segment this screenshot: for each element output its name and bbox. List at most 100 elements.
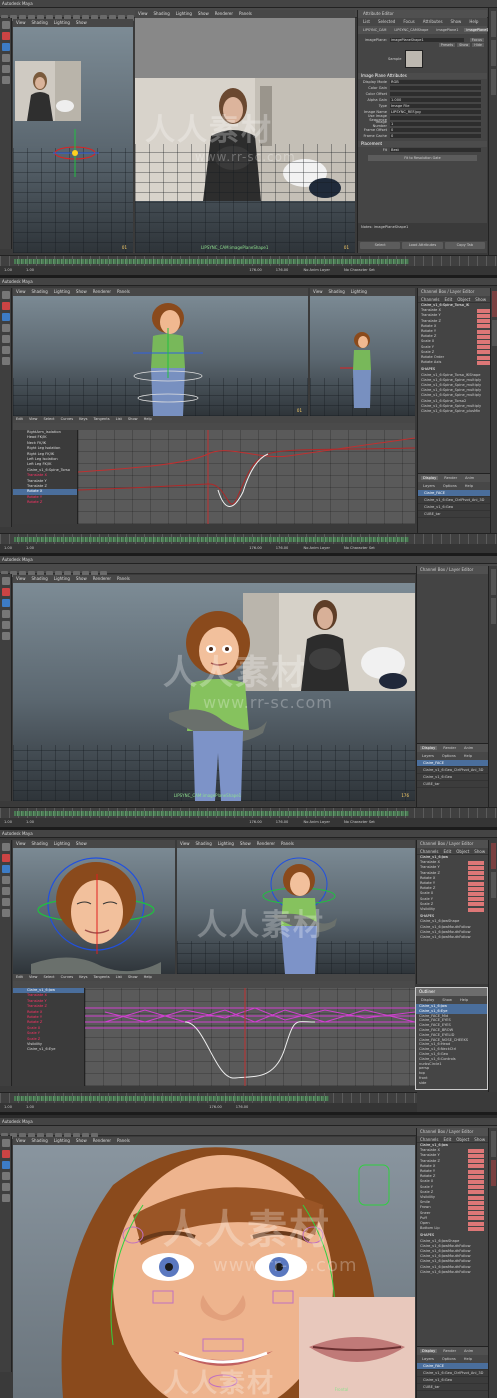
- graph-editor-curves[interactable]: [85, 988, 415, 1086]
- rig-manipulator[interactable]: [43, 119, 113, 189]
- rotate-tool-icon[interactable]: [1, 865, 10, 873]
- range-slider[interactable]: 1.00 1.00 176.00 176.00: [0, 1103, 417, 1112]
- layer-item[interactable]: Claire_FACE: [417, 1363, 488, 1370]
- scale-tool-icon[interactable]: [1, 54, 10, 62]
- channel-value[interactable]: [468, 902, 484, 907]
- hide-button[interactable]: Hide: [472, 43, 484, 47]
- select-tool-icon[interactable]: [1, 1139, 10, 1147]
- show-button[interactable]: Show: [457, 43, 471, 47]
- channel-value[interactable]: [468, 1154, 484, 1158]
- viewport-face-closeup[interactable]: View Shading Lighting Show Renderer Panels: [13, 1137, 415, 1398]
- rotate-tool-icon[interactable]: [1, 43, 10, 51]
- fit-field[interactable]: Fit Best: [358, 147, 487, 153]
- channel-value[interactable]: [468, 886, 484, 891]
- layout-icon[interactable]: [1, 346, 10, 354]
- fit-to-resolution-gate-button[interactable]: Fit to Resolution Gate: [368, 155, 477, 161]
- select-tool-icon[interactable]: [1, 843, 10, 851]
- layer-item[interactable]: Claire_v1_6:Geo: [418, 504, 497, 511]
- viewport-persp[interactable]: View Shading Lighting Show Renderer Panels 01: [13, 288, 308, 416]
- viewport-camera[interactable]: View Shading Lighting Show Renderer Panels: [13, 575, 415, 801]
- layer-item[interactable]: Claire_FACE: [418, 490, 497, 497]
- attr-field-value[interactable]: [390, 85, 481, 91]
- select-button[interactable]: Select: [360, 242, 401, 249]
- range-slider[interactable]: 1.00 1.00 176.00 176.00 No Anim Layer No Ch…: [0, 266, 497, 275]
- layout-icon[interactable]: [1, 65, 10, 73]
- attr-field-value[interactable]: 0: [390, 133, 481, 139]
- load-attributes-button[interactable]: Load Attributes: [402, 242, 443, 249]
- scale-tool-icon[interactable]: [1, 324, 10, 332]
- scale-tool-icon[interactable]: [1, 876, 10, 884]
- attr-field-value[interactable]: Image File: [390, 103, 481, 109]
- attr-field-value[interactable]: 1: [390, 121, 481, 127]
- select-tool-icon[interactable]: [1, 577, 10, 585]
- channel-value[interactable]: [468, 860, 484, 865]
- channel-value[interactable]: [468, 1148, 484, 1153]
- attr-field[interactable]: Frame Cache 0: [358, 133, 487, 139]
- attr-field-value[interactable]: [390, 91, 481, 97]
- channel-value[interactable]: [468, 876, 484, 881]
- layer-item[interactable]: Claire_FACE: [417, 760, 488, 767]
- layout-icon[interactable]: [1, 76, 10, 84]
- channel-value[interactable]: [468, 871, 484, 876]
- channel-value[interactable]: [468, 1206, 484, 1211]
- time-slider[interactable]: [0, 1092, 417, 1103]
- layer-item[interactable]: CUBE_tar: [417, 781, 488, 788]
- viewport-side[interactable]: View Shading Lighting: [310, 288, 415, 416]
- channel-value[interactable]: [468, 1200, 484, 1205]
- move-tool-icon[interactable]: [1, 32, 10, 40]
- layer-item[interactable]: Claire_v1_6:Geo: [417, 1377, 488, 1384]
- channel-value[interactable]: [468, 897, 484, 902]
- channel-row[interactable]: Bottom Lip: [417, 1226, 488, 1231]
- channel-value[interactable]: [468, 1190, 484, 1195]
- scale-tool-icon[interactable]: [1, 1172, 10, 1180]
- viewport-face-cam[interactable]: View Shading Lighting Show: [13, 840, 175, 974]
- attr-field-value[interactable]: [390, 115, 481, 121]
- channel-row[interactable]: Visibility: [417, 907, 488, 912]
- notes-field[interactable]: Notes: imagePlaneShape1: [358, 223, 487, 241]
- move-tool-icon[interactable]: [1, 1150, 10, 1158]
- layer-item[interactable]: Claire_v1_6:Geo_CtrlPivot_Ani_3D: [417, 1370, 488, 1377]
- move-tool-icon[interactable]: [1, 588, 10, 596]
- channel-value[interactable]: [468, 1226, 484, 1231]
- shape-item[interactable]: Claire_v1_6:JawMouthFollow: [417, 935, 488, 940]
- character-model[interactable]: [340, 328, 385, 408]
- graph-outliner-item[interactable]: Claire_v1_6:Eye: [13, 1047, 84, 1052]
- channel-value[interactable]: [468, 1195, 484, 1200]
- time-slider[interactable]: [0, 255, 497, 266]
- viewport-camera[interactable]: View Shading Lighting Show Renderer Panels LI…: [135, 10, 355, 253]
- tab-image-plane[interactable]: imagePlane1: [434, 28, 460, 32]
- channel-value[interactable]: [468, 892, 484, 897]
- channel-row[interactable]: Rotate Axis: [418, 360, 497, 365]
- layout-icon[interactable]: [1, 1183, 10, 1191]
- character-face-rig[interactable]: [31, 854, 161, 974]
- channel-value[interactable]: [468, 1185, 484, 1190]
- channel-value[interactable]: [468, 881, 484, 886]
- attr-field-value[interactable]: LIPSYNC_REF.jpg: [390, 109, 481, 115]
- time-slider[interactable]: [0, 533, 497, 544]
- layer-item[interactable]: CUBE_tar: [418, 511, 497, 518]
- channel-value[interactable]: [468, 1221, 484, 1226]
- channel-value[interactable]: [468, 1169, 484, 1174]
- layout-icon[interactable]: [1, 632, 10, 640]
- select-tool-icon[interactable]: [1, 21, 10, 29]
- outliner-item[interactable]: side: [416, 1081, 487, 1086]
- channel-value[interactable]: [468, 866, 484, 870]
- layer-item[interactable]: Claire_v1_6:Geo: [417, 774, 488, 781]
- attr-field[interactable]: Image Number 1: [358, 120, 487, 128]
- layer-item[interactable]: Claire_v1_6:Geo_CtrlPivot_Ani_3D: [417, 767, 488, 774]
- graph-editor-curves[interactable]: [78, 430, 415, 524]
- character-model[interactable]: [123, 298, 213, 416]
- channel-value[interactable]: [468, 1159, 484, 1164]
- shape-item[interactable]: Claire_v1_6:JawMouthFollow: [417, 1270, 488, 1275]
- attr-field-value[interactable]: 0: [390, 127, 481, 133]
- attr-field-value[interactable]: RGB: [390, 79, 481, 85]
- layout-icon[interactable]: [1, 898, 10, 906]
- layout-icon[interactable]: [1, 357, 10, 365]
- layout-icon[interactable]: [1, 909, 10, 917]
- time-slider[interactable]: [0, 807, 497, 818]
- range-slider[interactable]: 1.00 1.00 176.00 176.00 No Anim Layer No Ch…: [0, 544, 497, 553]
- channel-value[interactable]: [468, 907, 484, 912]
- layer-item[interactable]: CUBE_tar: [417, 1384, 488, 1391]
- viewport-persp[interactable]: View Shading Lighting Show 01: [13, 19, 133, 253]
- scale-tool-icon[interactable]: [1, 610, 10, 618]
